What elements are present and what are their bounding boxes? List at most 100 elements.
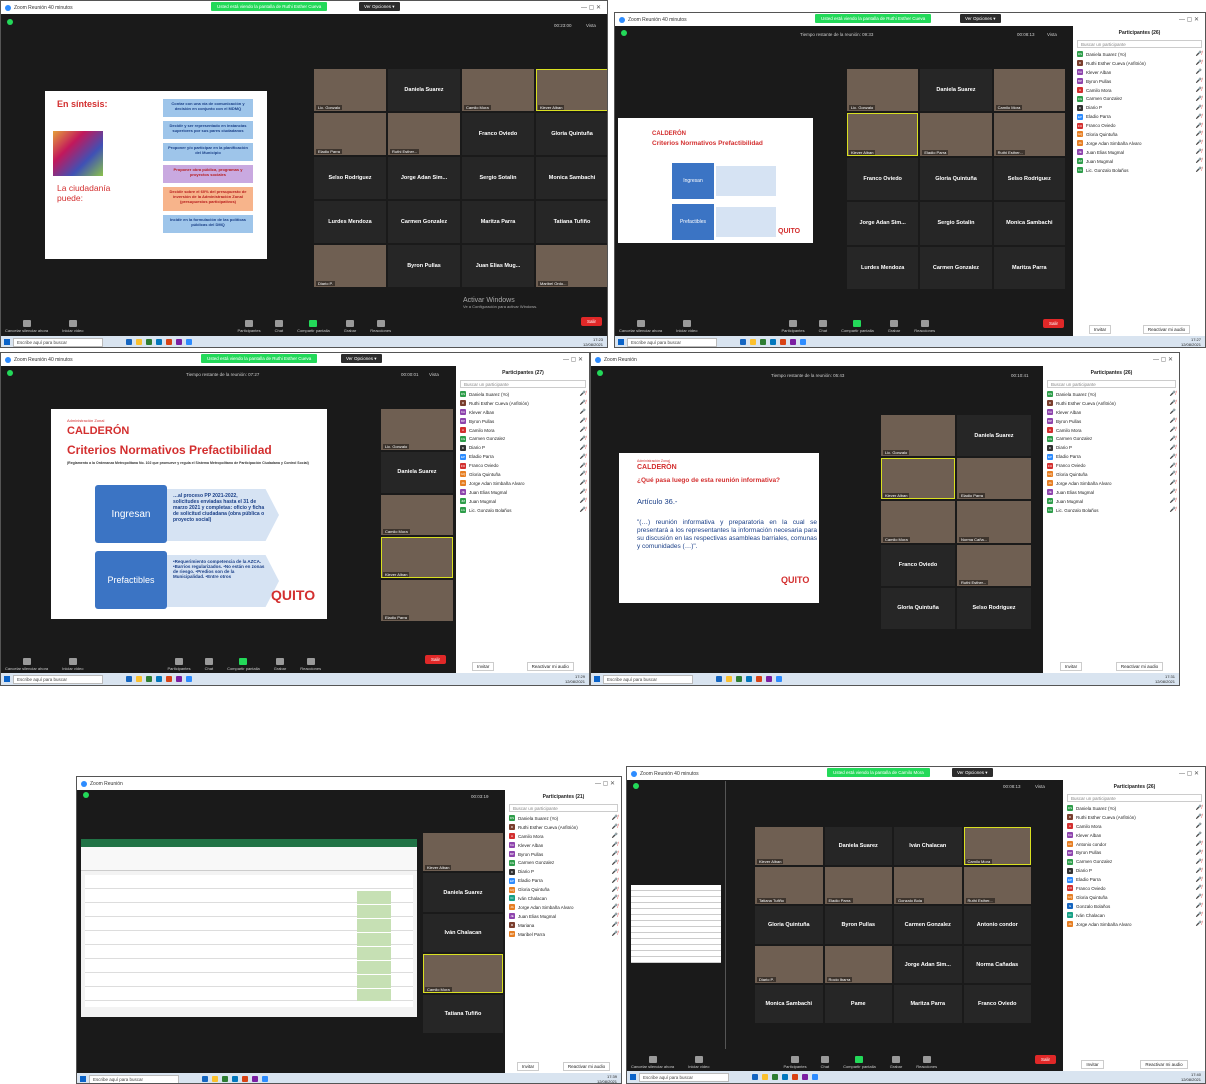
participant-row[interactable]: EP Eladio Parra 🎤̸ [1073, 112, 1205, 121]
participant-tile[interactable]: Jorge Adan Sim... [894, 945, 962, 984]
participant-tile[interactable]: Franco Oviedo [847, 157, 919, 201]
participant-tile[interactable]: Carmen Gonzalez [920, 246, 992, 289]
participant-row[interactable]: EP Eladio Parra 🎤̸ [1043, 452, 1179, 461]
participant-tile[interactable]: Ruthi Esther... [993, 113, 1065, 156]
taskbar-search[interactable]: Escribe aquí para buscar [89, 1074, 179, 1083]
participant-tile[interactable]: Camilo Mora [462, 69, 534, 111]
share-screen-button[interactable]: Compartir pantalla [227, 658, 260, 671]
taskbar-apps[interactable] [126, 676, 192, 682]
window-controls[interactable]: — ▢ ✕ [581, 4, 607, 11]
participant-row[interactable]: D Diario P 🎤̸ [456, 443, 589, 452]
participant-tile[interactable]: Gloria Quintuña [536, 113, 607, 155]
participant-row[interactable]: JA Jorge Adan Simbaña Alvaro 🎤̸ [1073, 139, 1205, 148]
participant-row[interactable]: FO Franco Oviedo 🎤̸ [456, 461, 589, 470]
unmute-me-button[interactable]: Reactivar mi audio [526, 662, 574, 671]
participant-row[interactable]: D Diario P 🎤̸ [505, 867, 621, 876]
participant-row[interactable]: LG Lic. Gonzalo Bolaños 🎤̸ [1043, 506, 1179, 515]
participant-row[interactable]: JM Juan Mugmal 🎤̸ [456, 497, 589, 506]
participant-row[interactable]: D Diario P 🎤̸ [1073, 103, 1205, 112]
participant-row[interactable]: LG Lic. Gonzalo Bolaños 🎤̸ [456, 506, 589, 515]
participant-tile-active[interactable]: Camilo Mora [423, 954, 503, 993]
leave-button[interactable]: Salir [1035, 1055, 1057, 1064]
invite-button[interactable]: Invitar [472, 662, 495, 671]
participant-row[interactable]: JA Jorge Adan Simbaña Alvaro 🎤̸ [456, 479, 589, 488]
participant-row[interactable]: DS Daniela Suarez (Yo) 🎤̸ [456, 390, 589, 399]
windows-start-icon[interactable] [618, 339, 624, 345]
participant-tile[interactable]: Antonio condor [963, 906, 1031, 944]
windows-start-icon[interactable] [4, 676, 10, 682]
participant-search[interactable]: Buscar un participante [509, 804, 618, 812]
participant-tile[interactable]: Sergio Sotalin [920, 202, 992, 245]
participant-row[interactable]: CG Carmen Gonzalez 🎤̸ [1043, 434, 1179, 443]
participant-row[interactable]: MP Maribel Parra 🎤̸ [505, 930, 621, 939]
participant-search[interactable]: Buscar un participante [1077, 40, 1202, 48]
participant-row[interactable]: KA Klever Alban 🎤 [1043, 408, 1179, 417]
start-video-button[interactable]: Iniciar video [688, 1056, 709, 1069]
participant-row[interactable]: LG Lic. Gonzalo Bolaños 🎤̸ [1073, 166, 1205, 175]
participant-tile[interactable]: Gonzalo Bola [894, 866, 962, 905]
participant-tile[interactable]: Jorge Adan Sim... [388, 157, 460, 199]
participant-row[interactable]: FO Franco Oviedo 🎤̸ [1063, 884, 1205, 893]
unmute-me-button[interactable]: Reactivar mi audio [1142, 325, 1191, 334]
participant-tile[interactable]: Ruthi Esther... [957, 544, 1031, 586]
participant-row[interactable]: BP Byron Pullas 🎤̸ [1073, 77, 1205, 86]
windows-start-icon[interactable] [80, 1076, 86, 1082]
participant-tile[interactable]: Eladio Parra [381, 580, 453, 621]
participant-tile[interactable]: Camilo Mora [881, 501, 955, 543]
participant-tile[interactable]: Norma Cañadas [963, 945, 1031, 984]
reactions-button[interactable]: Reacciones [300, 658, 321, 671]
unmute-button[interactable]: Cancelar silenciar ahora [619, 320, 662, 333]
invite-button[interactable]: Invitar [1081, 1060, 1104, 1069]
leave-button[interactable]: Salir [425, 655, 447, 664]
leave-button[interactable]: Salir [581, 317, 603, 326]
participant-tile[interactable]: Jorge Adan Sim... [847, 202, 919, 245]
participant-tile[interactable]: Daniela Suarez [423, 873, 503, 912]
security-icon[interactable] [597, 370, 603, 376]
participant-row[interactable]: DS Daniela Suarez (Yo) 🎤̸ [1043, 390, 1179, 399]
record-button[interactable]: Grabar [890, 1056, 902, 1069]
participant-tile[interactable]: Iván Chalacan [894, 827, 962, 865]
participant-tile[interactable]: Maritza Parra [993, 246, 1065, 289]
participant-search[interactable]: Buscar un participante [1047, 380, 1176, 388]
participant-row[interactable]: KA Klever Alban 🎤 [456, 408, 589, 417]
chat-button[interactable]: Chat [205, 658, 213, 671]
chat-button[interactable]: Chat [275, 320, 283, 333]
participant-tile-active[interactable]: Klever Alban [536, 69, 607, 111]
participant-tile[interactable]: Ruthi Esther... [963, 866, 1031, 905]
participant-tile[interactable]: Tatiana Tufiño [755, 866, 823, 905]
taskbar-apps[interactable] [202, 1076, 268, 1082]
participant-tile[interactable]: Franco Oviedo [963, 985, 1031, 1023]
participant-row[interactable]: FO Franco Oviedo 🎤̸ [1073, 121, 1205, 130]
participant-row[interactable]: DS Daniela Suarez (Yo) 🎤̸ [1063, 804, 1205, 813]
participant-tile[interactable]: Daniela Suarez [920, 69, 992, 112]
participant-tile[interactable]: Maribel Ordo... [536, 245, 607, 287]
record-button[interactable]: Grabar [344, 320, 356, 333]
participant-row[interactable]: BP Byron Pullas 🎤̸ [505, 850, 621, 859]
participant-tile[interactable]: Carmen Gonzalez [894, 906, 962, 944]
security-icon[interactable] [633, 783, 639, 789]
participant-tile[interactable]: Camilo Mora [381, 494, 453, 536]
windows-start-icon[interactable] [630, 1074, 636, 1080]
participants-button[interactable]: Participantes [783, 1056, 807, 1069]
windows-start-icon[interactable] [4, 339, 10, 345]
window-controls[interactable]: — ▢ ✕ [1179, 770, 1205, 777]
participant-tile[interactable]: Daniela Suarez [388, 69, 460, 111]
participant-row[interactable]: JA Jorge Adan Simbaña Alvaro 🎤̸ [1043, 479, 1179, 488]
participant-row[interactable]: A Camilo Mora 🎤̸ [1043, 426, 1179, 435]
participant-row[interactable]: BP Byron Pullas 🎤̸ [1063, 848, 1205, 857]
participant-row[interactable]: BP Byron Pullas 🎤̸ [456, 417, 589, 426]
participant-tile[interactable]: Eladio Parra [824, 866, 892, 905]
participant-tile[interactable]: Maritza Parra [462, 201, 534, 243]
unmute-button[interactable]: Cancelar silenciar ahora [5, 658, 48, 671]
participant-tile[interactable]: Tatiana Tufiño [423, 994, 503, 1033]
leave-button[interactable]: Salir [1043, 319, 1065, 328]
view-button[interactable]: Vista [1047, 32, 1057, 37]
participant-row[interactable]: GQ Gloria Quintuña 🎤̸ [1063, 893, 1205, 902]
view-options-button[interactable]: Ver Opciones ▾ [960, 14, 1001, 23]
invite-button[interactable]: Invitar [1088, 325, 1112, 334]
reactions-button[interactable]: Reacciones [370, 320, 391, 333]
participant-row[interactable]: R Ruthi Esther Cueva (Anfitrión) 🎤̸ [1063, 813, 1205, 822]
participant-tile[interactable]: Gloria Quintuña [920, 157, 992, 201]
participant-row[interactable]: GQ Gloria Quintuña 🎤̸ [505, 885, 621, 894]
participant-row[interactable]: GQ Gloria Quintuña 🎤̸ [1043, 470, 1179, 479]
